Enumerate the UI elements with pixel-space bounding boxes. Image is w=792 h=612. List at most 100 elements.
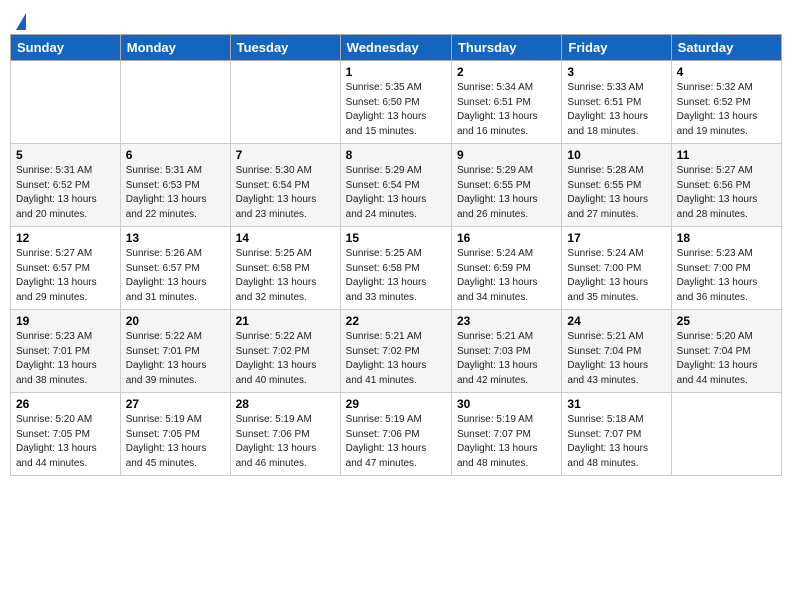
day-info: Sunrise: 5:34 AM Sunset: 6:51 PM Dayligh… xyxy=(457,81,556,139)
day-number: 11 xyxy=(677,148,776,162)
day-number: 19 xyxy=(16,314,115,328)
calendar-cell: 2 Sunrise: 5:34 AM Sunset: 6:51 PM Daylig… xyxy=(451,61,561,144)
calendar-week-row: 12Sunrise: 5:27 AM Sunset: 6:57 PM Dayli… xyxy=(11,227,782,310)
calendar-week-row: 1 Sunrise: 5:35 AM Sunset: 6:50 PM Daylig… xyxy=(11,61,782,144)
day-info: Sunrise: 5:23 AM Sunset: 7:01 PM Dayligh… xyxy=(16,330,115,388)
day-info: Sunrise: 5:25 AM Sunset: 6:58 PM Dayligh… xyxy=(346,247,446,305)
calendar-cell: 13 Sunrise: 5:26 AM Sunset: 6:57 PM Dayli… xyxy=(120,227,230,310)
day-info: Sunrise: 5:19 AM Sunset: 7:06 PM Dayligh… xyxy=(346,413,446,471)
calendar-cell: 22 Sunrise: 5:21 AM Sunset: 7:02 PM Dayli… xyxy=(340,310,451,393)
day-info: Sunrise: 5:26 AM Sunset: 6:57 PM Dayligh… xyxy=(126,247,225,305)
day-number: 10 xyxy=(567,148,665,162)
day-info: Sunrise: 5:31 AM Sunset: 6:52 PM Dayligh… xyxy=(16,164,115,222)
calendar-cell: 31 Sunrise: 5:18 AM Sunset: 7:07 PM Dayli… xyxy=(562,393,671,476)
calendar-cell: 30 Sunrise: 5:19 AM Sunset: 7:07 PM Dayli… xyxy=(451,393,561,476)
day-info: Sunrise: 5:24 AM Sunset: 6:59 PM Dayligh… xyxy=(457,247,556,305)
day-header-monday: Monday xyxy=(120,35,230,61)
header xyxy=(10,10,782,26)
calendar-cell: 23Sunrise: 5:21 AM Sunset: 7:03 PM Dayli… xyxy=(451,310,561,393)
day-info: Sunrise: 5:22 AM Sunset: 7:01 PM Dayligh… xyxy=(126,330,225,388)
calendar-cell: 3 Sunrise: 5:33 AM Sunset: 6:51 PM Daylig… xyxy=(562,61,671,144)
calendar-cell xyxy=(671,393,781,476)
day-info: Sunrise: 5:28 AM Sunset: 6:55 PM Dayligh… xyxy=(567,164,665,222)
day-info: Sunrise: 5:29 AM Sunset: 6:54 PM Dayligh… xyxy=(346,164,446,222)
day-number: 20 xyxy=(126,314,225,328)
calendar-cell: 5 Sunrise: 5:31 AM Sunset: 6:52 PM Daylig… xyxy=(11,144,121,227)
day-number: 1 xyxy=(346,65,446,79)
day-number: 27 xyxy=(126,397,225,411)
day-number: 13 xyxy=(126,231,225,245)
day-number: 17 xyxy=(567,231,665,245)
day-info: Sunrise: 5:18 AM Sunset: 7:07 PM Dayligh… xyxy=(567,413,665,471)
calendar-cell xyxy=(120,61,230,144)
day-info: Sunrise: 5:20 AM Sunset: 7:04 PM Dayligh… xyxy=(677,330,776,388)
day-info: Sunrise: 5:22 AM Sunset: 7:02 PM Dayligh… xyxy=(236,330,335,388)
calendar-cell: 26 Sunrise: 5:20 AM Sunset: 7:05 PM Dayli… xyxy=(11,393,121,476)
calendar-cell: 8 Sunrise: 5:29 AM Sunset: 6:54 PM Daylig… xyxy=(340,144,451,227)
calendar-cell: 16 Sunrise: 5:24 AM Sunset: 6:59 PM Dayli… xyxy=(451,227,561,310)
day-number: 3 xyxy=(567,65,665,79)
day-number: 25 xyxy=(677,314,776,328)
day-info: Sunrise: 5:29 AM Sunset: 6:55 PM Dayligh… xyxy=(457,164,556,222)
day-number: 7 xyxy=(236,148,335,162)
day-number: 16 xyxy=(457,231,556,245)
day-number: 2 xyxy=(457,65,556,79)
day-info: Sunrise: 5:33 AM Sunset: 6:51 PM Dayligh… xyxy=(567,81,665,139)
day-header-thursday: Thursday xyxy=(451,35,561,61)
calendar-cell: 29 Sunrise: 5:19 AM Sunset: 7:06 PM Dayli… xyxy=(340,393,451,476)
calendar-cell: 6Sunrise: 5:31 AM Sunset: 6:53 PM Daylig… xyxy=(120,144,230,227)
calendar-cell: 21 Sunrise: 5:22 AM Sunset: 7:02 PM Dayli… xyxy=(230,310,340,393)
day-info: Sunrise: 5:25 AM Sunset: 6:58 PM Dayligh… xyxy=(236,247,335,305)
day-number: 8 xyxy=(346,148,446,162)
calendar-week-row: 5 Sunrise: 5:31 AM Sunset: 6:52 PM Daylig… xyxy=(11,144,782,227)
calendar-cell: 27 Sunrise: 5:19 AM Sunset: 7:05 PM Dayli… xyxy=(120,393,230,476)
day-number: 5 xyxy=(16,148,115,162)
day-info: Sunrise: 5:19 AM Sunset: 7:06 PM Dayligh… xyxy=(236,413,335,471)
day-number: 30 xyxy=(457,397,556,411)
day-info: Sunrise: 5:19 AM Sunset: 7:07 PM Dayligh… xyxy=(457,413,556,471)
calendar-week-row: 19 Sunrise: 5:23 AM Sunset: 7:01 PM Dayli… xyxy=(11,310,782,393)
day-number: 26 xyxy=(16,397,115,411)
day-header-sunday: Sunday xyxy=(11,35,121,61)
day-info: Sunrise: 5:30 AM Sunset: 6:54 PM Dayligh… xyxy=(236,164,335,222)
day-header-saturday: Saturday xyxy=(671,35,781,61)
calendar-cell: 4Sunrise: 5:32 AM Sunset: 6:52 PM Daylig… xyxy=(671,61,781,144)
calendar-cell: 15 Sunrise: 5:25 AM Sunset: 6:58 PM Dayli… xyxy=(340,227,451,310)
calendar-cell: 28 Sunrise: 5:19 AM Sunset: 7:06 PM Dayli… xyxy=(230,393,340,476)
day-header-friday: Friday xyxy=(562,35,671,61)
day-info: Sunrise: 5:20 AM Sunset: 7:05 PM Dayligh… xyxy=(16,413,115,471)
calendar-week-row: 26 Sunrise: 5:20 AM Sunset: 7:05 PM Dayli… xyxy=(11,393,782,476)
logo xyxy=(15,15,26,26)
day-number: 21 xyxy=(236,314,335,328)
calendar: SundayMondayTuesdayWednesdayThursdayFrid… xyxy=(10,34,782,476)
day-number: 4 xyxy=(677,65,776,79)
day-number: 18 xyxy=(677,231,776,245)
calendar-cell: 24 Sunrise: 5:21 AM Sunset: 7:04 PM Dayli… xyxy=(562,310,671,393)
day-info: Sunrise: 5:27 AM Sunset: 6:57 PM Dayligh… xyxy=(16,247,115,305)
day-info: Sunrise: 5:35 AM Sunset: 6:50 PM Dayligh… xyxy=(346,81,446,139)
day-number: 24 xyxy=(567,314,665,328)
day-info: Sunrise: 5:24 AM Sunset: 7:00 PM Dayligh… xyxy=(567,247,665,305)
day-info: Sunrise: 5:19 AM Sunset: 7:05 PM Dayligh… xyxy=(126,413,225,471)
calendar-cell: 12Sunrise: 5:27 AM Sunset: 6:57 PM Dayli… xyxy=(11,227,121,310)
day-info: Sunrise: 5:21 AM Sunset: 7:02 PM Dayligh… xyxy=(346,330,446,388)
day-info: Sunrise: 5:31 AM Sunset: 6:53 PM Dayligh… xyxy=(126,164,225,222)
calendar-cell xyxy=(11,61,121,144)
day-number: 31 xyxy=(567,397,665,411)
calendar-cell xyxy=(230,61,340,144)
day-number: 28 xyxy=(236,397,335,411)
calendar-cell: 17 Sunrise: 5:24 AM Sunset: 7:00 PM Dayli… xyxy=(562,227,671,310)
calendar-header-row: SundayMondayTuesdayWednesdayThursdayFrid… xyxy=(11,35,782,61)
day-info: Sunrise: 5:21 AM Sunset: 7:04 PM Dayligh… xyxy=(567,330,665,388)
day-number: 22 xyxy=(346,314,446,328)
calendar-cell: 18 Sunrise: 5:23 AM Sunset: 7:00 PM Dayli… xyxy=(671,227,781,310)
calendar-cell: 1 Sunrise: 5:35 AM Sunset: 6:50 PM Daylig… xyxy=(340,61,451,144)
day-info: Sunrise: 5:23 AM Sunset: 7:00 PM Dayligh… xyxy=(677,247,776,305)
day-number: 15 xyxy=(346,231,446,245)
logo-icon xyxy=(16,13,26,30)
day-info: Sunrise: 5:21 AM Sunset: 7:03 PM Dayligh… xyxy=(457,330,556,388)
day-number: 29 xyxy=(346,397,446,411)
calendar-cell: 9Sunrise: 5:29 AM Sunset: 6:55 PM Daylig… xyxy=(451,144,561,227)
calendar-cell: 20 Sunrise: 5:22 AM Sunset: 7:01 PM Dayli… xyxy=(120,310,230,393)
calendar-cell: 25 Sunrise: 5:20 AM Sunset: 7:04 PM Dayli… xyxy=(671,310,781,393)
